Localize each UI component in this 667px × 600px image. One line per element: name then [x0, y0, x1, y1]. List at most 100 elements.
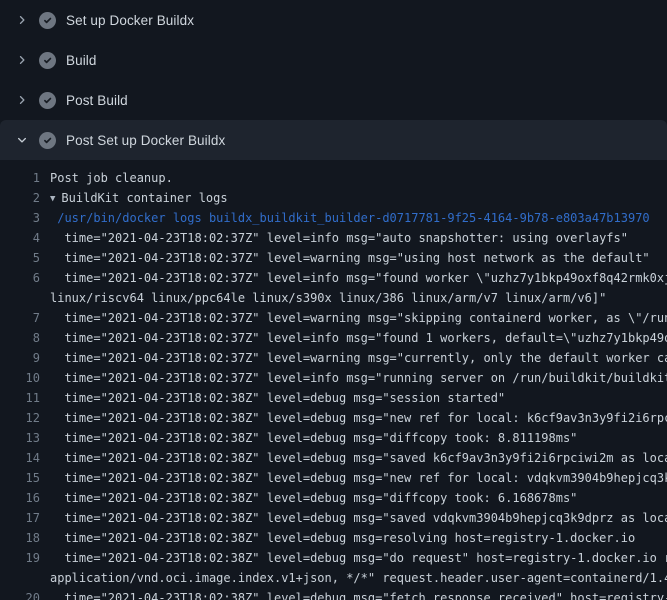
log-text-content: /usr/bin/docker logs buildx_buildkit_bui…	[50, 211, 650, 225]
step-row[interactable]: Set up Docker Buildx	[0, 0, 667, 40]
line-number[interactable]: 10	[0, 368, 40, 388]
line-number[interactable]: 2	[0, 188, 40, 208]
line-number[interactable]: 12	[0, 408, 40, 428]
log-text: time="2021-04-23T18:02:37Z" level=warnin…	[40, 308, 667, 328]
log-line: 19 time="2021-04-23T18:02:38Z" level=deb…	[0, 548, 667, 568]
chevron-right-icon[interactable]	[14, 12, 30, 28]
step-row[interactable]: Post Set up Docker Buildx	[0, 120, 667, 160]
log-text: time="2021-04-23T18:02:38Z" level=debug …	[40, 388, 505, 408]
log-line: 13 time="2021-04-23T18:02:38Z" level=deb…	[0, 428, 667, 448]
line-number[interactable]: 9	[0, 348, 40, 368]
step-row[interactable]: Build	[0, 40, 667, 80]
log-line: application/vnd.oci.image.index.v1+json,…	[0, 568, 667, 588]
line-number[interactable]: 11	[0, 388, 40, 408]
log-text-content: BuildKit container logs	[61, 191, 227, 205]
log-line: 12 time="2021-04-23T18:02:38Z" level=deb…	[0, 408, 667, 428]
log-line: 7 time="2021-04-23T18:02:37Z" level=warn…	[0, 308, 667, 328]
chevron-right-icon[interactable]	[14, 52, 30, 68]
log-text: time="2021-04-23T18:02:37Z" level=info m…	[40, 228, 628, 248]
log-line: 5 time="2021-04-23T18:02:37Z" level=warn…	[0, 248, 667, 268]
line-number[interactable]	[0, 568, 40, 588]
log-line: 2 ▼ BuildKit container logs	[0, 188, 667, 208]
chevron-right-icon[interactable]	[14, 92, 30, 108]
log-line: 18 time="2021-04-23T18:02:38Z" level=deb…	[0, 528, 667, 548]
log-text: time="2021-04-23T18:02:38Z" level=debug …	[40, 428, 577, 448]
log-line: 14 time="2021-04-23T18:02:38Z" level=deb…	[0, 448, 667, 468]
log-text-content: time="2021-04-23T18:02:38Z" level=debug …	[50, 411, 667, 425]
check-circle-icon	[39, 132, 56, 149]
log-text: time="2021-04-23T18:02:37Z" level=warnin…	[40, 248, 650, 268]
log-line: 6 time="2021-04-23T18:02:37Z" level=info…	[0, 268, 667, 288]
check-circle-icon	[39, 12, 56, 29]
log-text: application/vnd.oci.image.index.v1+json,…	[40, 568, 667, 588]
log-line: 10 time="2021-04-23T18:02:37Z" level=inf…	[0, 368, 667, 388]
step-label: Build	[66, 53, 97, 68]
log-group-collapse-icon[interactable]: ▼	[50, 189, 55, 208]
step-row[interactable]: Post Build	[0, 80, 667, 120]
log-text-content: time="2021-04-23T18:02:38Z" level=debug …	[50, 391, 505, 405]
line-number[interactable]: 19	[0, 548, 40, 568]
log-text-content: time="2021-04-23T18:02:37Z" level=info m…	[50, 371, 667, 385]
line-number[interactable]: 8	[0, 328, 40, 348]
line-number[interactable]: 20	[0, 588, 40, 600]
log-text-content: time="2021-04-23T18:02:38Z" level=debug …	[50, 491, 577, 505]
log-line: 8 time="2021-04-23T18:02:37Z" level=info…	[0, 328, 667, 348]
line-number[interactable]: 1	[0, 168, 40, 188]
log-text: time="2021-04-23T18:02:38Z" level=debug …	[40, 448, 667, 468]
log-line: 9 time="2021-04-23T18:02:37Z" level=warn…	[0, 348, 667, 368]
line-number[interactable]: 13	[0, 428, 40, 448]
step-label: Set up Docker Buildx	[66, 13, 194, 28]
step-label: Post Set up Docker Buildx	[66, 133, 225, 148]
log-text: time="2021-04-23T18:02:37Z" level=info m…	[40, 328, 667, 348]
steps-list: Set up Docker Buildx Build Post Build Post …	[0, 0, 667, 160]
line-number[interactable]: 16	[0, 488, 40, 508]
log-text: time="2021-04-23T18:02:38Z" level=debug …	[40, 468, 667, 488]
log-text-content: time="2021-04-23T18:02:38Z" level=debug …	[50, 471, 667, 485]
log-text: time="2021-04-23T18:02:38Z" level=debug …	[40, 528, 635, 548]
log-line: 4 time="2021-04-23T18:02:37Z" level=info…	[0, 228, 667, 248]
log-line: 20 time="2021-04-23T18:02:38Z" level=deb…	[0, 588, 667, 600]
log-text-content: time="2021-04-23T18:02:38Z" level=debug …	[50, 591, 667, 600]
log-text-content: time="2021-04-23T18:02:38Z" level=debug …	[50, 451, 667, 465]
log-text-content: application/vnd.oci.image.index.v1+json,…	[50, 571, 667, 585]
log-text: time="2021-04-23T18:02:38Z" level=debug …	[40, 548, 667, 568]
log-viewer: 1 Post job cleanup. 2 ▼ BuildKit container l…	[0, 160, 667, 600]
log-text: time="2021-04-23T18:02:38Z" level=debug …	[40, 588, 667, 600]
log-text-content: time="2021-04-23T18:02:37Z" level=info m…	[50, 271, 667, 285]
check-circle-icon	[39, 52, 56, 69]
line-number[interactable]: 6	[0, 268, 40, 288]
log-text: time="2021-04-23T18:02:38Z" level=debug …	[40, 488, 577, 508]
line-number[interactable]: 15	[0, 468, 40, 488]
log-line: 3 /usr/bin/docker logs buildx_buildkit_b…	[0, 208, 667, 228]
log-text: linux/riscv64 linux/ppc64le linux/s390x …	[40, 288, 606, 308]
log-text: /usr/bin/docker logs buildx_buildkit_bui…	[40, 208, 650, 228]
log-text: time="2021-04-23T18:02:37Z" level=warnin…	[40, 348, 667, 368]
line-number[interactable]: 18	[0, 528, 40, 548]
log-text: time="2021-04-23T18:02:38Z" level=debug …	[40, 508, 667, 528]
log-line: 17 time="2021-04-23T18:02:38Z" level=deb…	[0, 508, 667, 528]
line-number[interactable]: 5	[0, 248, 40, 268]
line-number[interactable]: 17	[0, 508, 40, 528]
log-text-content: Post job cleanup.	[50, 171, 173, 185]
log-line: 16 time="2021-04-23T18:02:38Z" level=deb…	[0, 488, 667, 508]
log-line: 11 time="2021-04-23T18:02:38Z" level=deb…	[0, 388, 667, 408]
log-text-content: time="2021-04-23T18:02:38Z" level=debug …	[50, 551, 667, 565]
line-number[interactable]: 7	[0, 308, 40, 328]
log-text: time="2021-04-23T18:02:37Z" level=info m…	[40, 368, 667, 388]
log-line: 1 Post job cleanup.	[0, 168, 667, 188]
line-number[interactable]: 14	[0, 448, 40, 468]
line-number[interactable]: 4	[0, 228, 40, 248]
line-number[interactable]	[0, 288, 40, 308]
log-text: ▼ BuildKit container logs	[40, 188, 228, 208]
chevron-down-icon[interactable]	[14, 132, 30, 148]
line-number[interactable]: 3	[0, 208, 40, 228]
log-text-content: time="2021-04-23T18:02:37Z" level=info m…	[50, 231, 628, 245]
log-text-content: time="2021-04-23T18:02:37Z" level=warnin…	[50, 311, 667, 325]
log-text: time="2021-04-23T18:02:38Z" level=debug …	[40, 408, 667, 428]
step-label: Post Build	[66, 93, 128, 108]
log-text-content: time="2021-04-23T18:02:38Z" level=debug …	[50, 511, 667, 525]
log-text-content: time="2021-04-23T18:02:37Z" level=info m…	[50, 331, 667, 345]
log-text: Post job cleanup.	[40, 168, 173, 188]
log-text-content: time="2021-04-23T18:02:38Z" level=debug …	[50, 531, 635, 545]
log-text-content: linux/riscv64 linux/ppc64le linux/s390x …	[50, 291, 606, 305]
